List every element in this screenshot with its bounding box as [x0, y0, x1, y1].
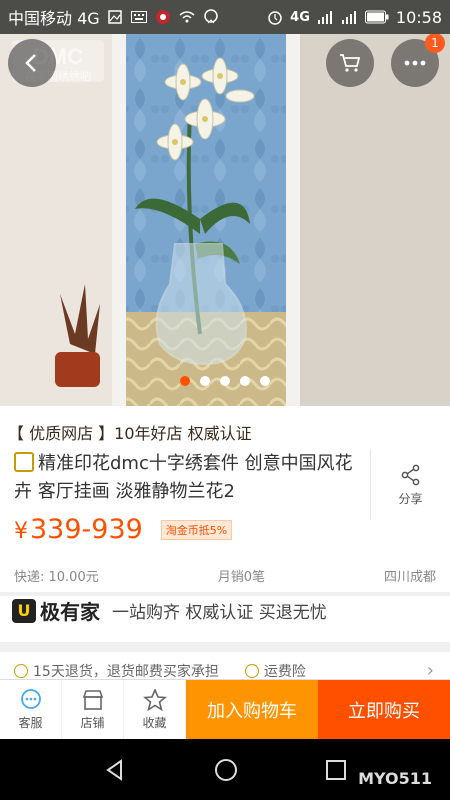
shipping-fee: 快递: 10.00元: [14, 570, 99, 585]
shop-quality-tag: 【 优质网店 】10年好店 权威认证: [8, 424, 252, 443]
share-button[interactable]: 分享: [370, 450, 450, 520]
favorite-button[interactable]: 收藏: [124, 680, 186, 739]
product-image-carousel[interactable]: DMC 在下雨绣绣吧 1: [0, 34, 450, 406]
service-guarantees[interactable]: 15天退货，退货邮费买家承担 运费险 ›: [14, 660, 434, 681]
site-watermark: MYO511: [358, 769, 432, 788]
status-bar: 中国移动 4G 4G 10:58: [0, 0, 450, 34]
price-value: 339-939: [30, 514, 143, 545]
clock: 10:58: [395, 7, 442, 27]
store-icon: [82, 689, 103, 710]
more-button[interactable]: 1: [391, 34, 445, 87]
chevron-left-icon: [25, 54, 36, 72]
cart-icon: [340, 54, 361, 72]
check-circle-icon: [244, 663, 259, 678]
ship-location: 四川成都: [383, 570, 436, 585]
chat-icon: [20, 688, 41, 709]
jiyoujia-logo-text: 极有家: [40, 600, 100, 624]
share-label: 分享: [398, 491, 423, 506]
divider: [0, 642, 450, 652]
monthly-sales: 月销0笔: [217, 570, 265, 585]
nav-back-icon[interactable]: [103, 758, 127, 782]
guarantee-insurance-text: 运费险: [263, 663, 306, 680]
battery-icon: [364, 9, 390, 25]
jiyoujia-badge-icon: [14, 452, 34, 472]
jiyoujia-slogan: 一站购齐 权威认证 买退无忧: [112, 603, 327, 623]
bottom-action-bar: 客服 店铺 收藏 加入购物车 立即购买: [0, 679, 450, 739]
chevron-right-icon: ›: [426, 660, 434, 681]
cart-badge: 1: [425, 34, 445, 53]
product-photo: DMC 在下雨绣绣吧: [0, 34, 450, 406]
share-icon: [401, 464, 419, 485]
coin-discount-tag: 淘金币抵5%: [160, 519, 233, 540]
product-title: 精准印花dmc十字绣套件 创意中国风花卉 客厅挂画 淡雅静物兰花2: [14, 453, 353, 502]
carousel-dot[interactable]: [260, 376, 270, 386]
customer-service-button[interactable]: 客服: [0, 680, 62, 739]
carousel-dot[interactable]: [180, 376, 190, 386]
notification-icon: [202, 9, 220, 25]
keyboard-icon: [130, 9, 148, 25]
network-label: 4G: [290, 9, 310, 25]
nav-recents-icon[interactable]: [325, 759, 347, 781]
carousel-dot[interactable]: [220, 376, 230, 386]
nav-home-icon[interactable]: [213, 757, 239, 783]
title-row: 精准印花dmc十字绣套件 创意中国风花卉 客厅挂画 淡雅静物兰花2 分享: [0, 450, 450, 520]
wifi-icon: [178, 9, 196, 25]
jiyoujia-logo: U 极有家: [12, 596, 100, 625]
weibo-icon: [154, 9, 172, 25]
system-nav-bar: MYO511: [0, 739, 450, 800]
add-to-cart-button[interactable]: 加入购物车: [186, 680, 318, 739]
price: ¥339-939: [14, 514, 143, 545]
favorite-label: 收藏: [142, 715, 167, 730]
price-row: ¥339-939 淘金币抵5%: [14, 514, 233, 545]
carousel-dot[interactable]: [200, 376, 210, 386]
gallery-icon: [106, 9, 124, 25]
store-button[interactable]: 店铺: [62, 680, 124, 739]
guarantee-return: 15天退货，退货邮费买家承担: [14, 661, 219, 681]
guarantee-return-text: 15天退货，退货邮费买家承担: [33, 663, 219, 680]
signal-icon-2: [340, 9, 358, 25]
currency-symbol: ¥: [14, 519, 28, 544]
customer-service-label: 客服: [18, 715, 43, 730]
cart-button[interactable]: [326, 39, 374, 87]
jiyoujia-logo-icon: U: [12, 598, 36, 623]
store-label: 店铺: [80, 715, 105, 730]
carousel-dot[interactable]: [240, 376, 250, 386]
check-circle-icon: [14, 663, 28, 678]
star-icon: [142, 688, 167, 711]
jiyoujia-banner[interactable]: U 极有家 一站购齐 权威认证 买退无忧: [12, 596, 327, 625]
buy-now-button[interactable]: 立即购买: [318, 680, 450, 739]
back-button[interactable]: [8, 39, 56, 87]
alarm-icon: [266, 9, 284, 25]
guarantee-shipping-insurance: 运费险: [244, 661, 306, 681]
product-detail-screen: 中国移动 4G 4G 10:58 DMC 在下雨绣绣吧 1 【 优质网店 】10…: [0, 0, 450, 800]
signal-icon: [316, 9, 334, 25]
meta-row: 快递: 10.00元 月销0笔 四川成都: [14, 566, 436, 585]
carousel-indicator: [0, 376, 450, 386]
more-icon: [404, 60, 426, 66]
product-title-block: 精准印花dmc十字绣套件 创意中国风花卉 客厅挂画 淡雅静物兰花2: [0, 450, 370, 520]
carrier-label: 中国移动 4G: [8, 9, 100, 28]
